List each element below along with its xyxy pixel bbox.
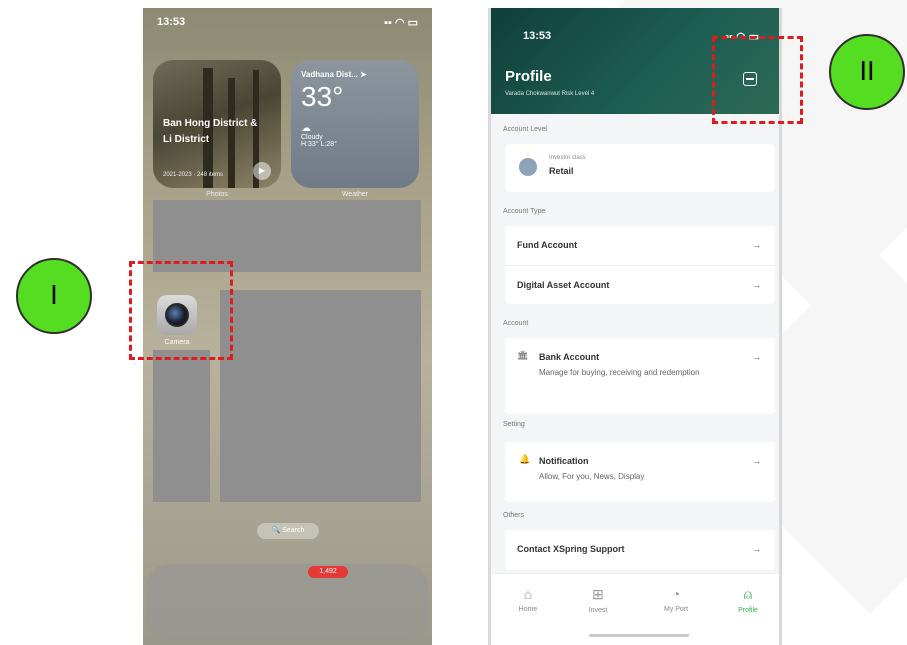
notification-label: Notification xyxy=(539,456,589,466)
scan-highlight-box xyxy=(712,36,803,124)
account-type-card: Fund Account → Digital Asset Account → xyxy=(505,226,775,304)
bottom-tab-bar: ⌂ Home ⊞ Invest ◔ My Port ⍝ Profile xyxy=(491,573,779,645)
bank-account-card[interactable]: 🏛 Bank Account → Manage for buying, rece… xyxy=(505,338,775,414)
investor-class-card: Investor class Retail xyxy=(505,144,775,192)
bank-account-description: Manage for buying, receiving and redempt… xyxy=(539,368,700,377)
divider xyxy=(505,265,775,266)
portfolio-icon: ◔ xyxy=(671,586,681,602)
investor-class-value: Retail xyxy=(549,166,574,176)
step-marker-two: II xyxy=(829,34,905,110)
section-account: Account xyxy=(503,320,529,327)
section-setting: Setting xyxy=(503,421,525,428)
play-icon[interactable]: ▶ xyxy=(253,162,271,180)
tab-home-label: Home xyxy=(518,606,538,613)
tab-invest-label: Invest xyxy=(588,607,608,614)
fund-account-item[interactable]: Fund Account xyxy=(517,240,577,250)
bell-icon: 🔔 xyxy=(519,454,531,464)
notification-badge: 1,492 xyxy=(308,566,348,578)
weather-temperature: 33° xyxy=(301,81,344,112)
invest-icon: ⊞ xyxy=(592,586,604,602)
weather-condition: Cloudy xyxy=(301,134,323,141)
arrow-right-icon[interactable]: → xyxy=(752,456,761,466)
tab-home[interactable]: ⌂ Home xyxy=(503,586,553,613)
contact-support-label: Contact XSpring Support xyxy=(517,544,625,554)
step-marker-one: I xyxy=(16,258,92,334)
section-account-level: Account Level xyxy=(503,126,547,133)
weather-widget-label: Weather xyxy=(341,191,369,198)
investor-class-label: Investor class xyxy=(549,155,586,161)
cloud-icon: ☁ xyxy=(301,123,311,134)
camera-highlight-box xyxy=(129,261,233,360)
arrow-right-icon[interactable]: → xyxy=(752,352,761,362)
page-title: Profile xyxy=(505,68,552,85)
bank-account-label: Bank Account xyxy=(539,352,600,362)
status-icons: ▪▪ ◠ ▭ xyxy=(384,17,418,29)
redacted-app-column xyxy=(153,350,210,502)
tab-profile[interactable]: ⍝ Profile xyxy=(723,586,773,614)
tab-my-port[interactable]: ◔ My Port xyxy=(651,586,701,613)
status-time: 13:53 xyxy=(157,16,186,28)
tab-invest[interactable]: ⊞ Invest xyxy=(573,586,623,614)
section-others: Others xyxy=(503,512,525,519)
photos-widget-label: Photos xyxy=(206,191,228,198)
arrow-right-icon[interactable]: → xyxy=(752,240,761,250)
digital-asset-account-item[interactable]: Digital Asset Account xyxy=(517,280,609,290)
home-indicator xyxy=(589,634,689,637)
search-button[interactable]: 🔍 Search xyxy=(257,523,319,539)
weather-high-low: H:33° L:28° xyxy=(301,141,337,148)
dock xyxy=(147,564,428,640)
notification-card[interactable]: 🔔 Notification → Allow, For you, News, D… xyxy=(505,442,775,502)
photos-widget[interactable]: Ban Hong District & Li District 2021-202… xyxy=(153,60,281,188)
status-time: 13:53 xyxy=(523,30,552,42)
arrow-right-icon[interactable]: → xyxy=(752,544,761,554)
contact-support-card[interactable]: Contact XSpring Support → xyxy=(505,530,775,570)
section-account-type: Account Type xyxy=(503,208,546,215)
redacted-app-grid xyxy=(220,290,421,502)
weather-widget[interactable]: Vadhana Dist... ➤ 33° ☁ Cloudy H:33° L:2… xyxy=(291,60,419,188)
tab-my-port-label: My Port xyxy=(663,606,689,613)
status-bar: 13:53 ▪▪ ◠ ▭ xyxy=(157,16,418,29)
home-icon: ⌂ xyxy=(523,586,533,602)
profile-subtitle: Varada Chokwanwut Risk Level 4 xyxy=(505,91,595,97)
bank-icon: 🏛 xyxy=(517,350,529,360)
arrow-right-icon[interactable]: → xyxy=(752,280,761,290)
photos-widget-title: Ban Hong District & Li District xyxy=(163,118,258,145)
profile-icon: ⍝ xyxy=(743,586,753,602)
weather-location: Vadhana Dist... ➤ xyxy=(301,70,367,79)
photos-widget-subtitle: 2021-2023 · 248 items xyxy=(163,172,224,178)
notification-description: Allow, For you, News, Display xyxy=(539,472,645,481)
tab-profile-label: Profile xyxy=(738,607,758,614)
shield-icon xyxy=(519,158,537,176)
